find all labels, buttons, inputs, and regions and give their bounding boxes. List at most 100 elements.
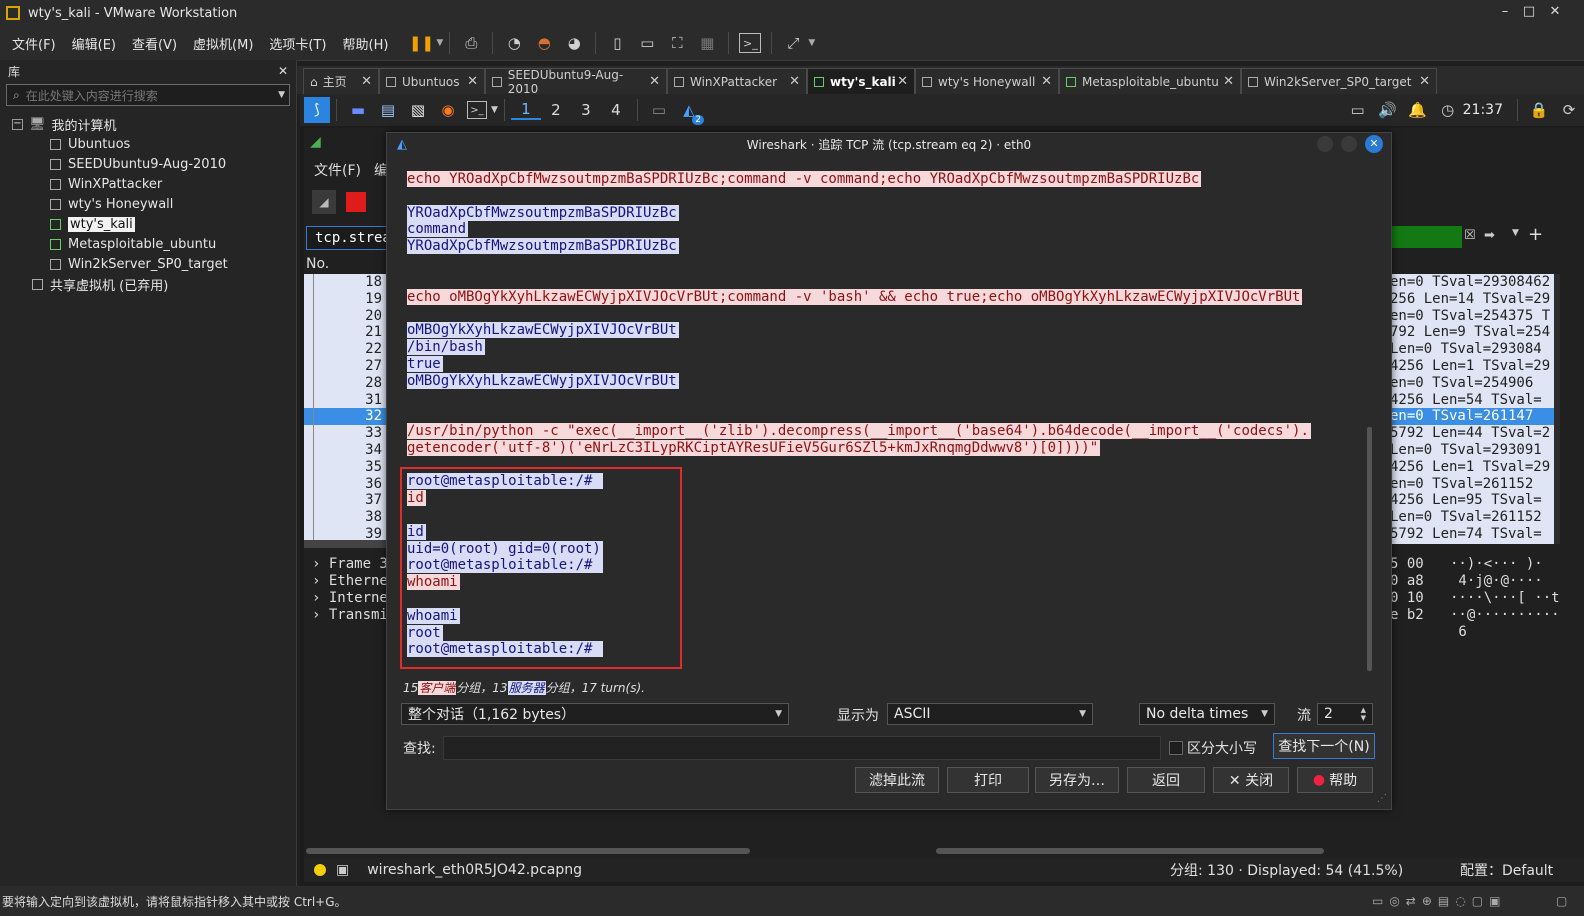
send-keys-icon[interactable]: ⎙ (460, 32, 482, 54)
ascii-row[interactable]: 4·j@·@···· (1450, 573, 1542, 589)
kali-menu-icon[interactable]: ⟆ (304, 97, 330, 123)
packet-row-no[interactable]: 36 (304, 476, 386, 493)
expand-icon[interactable]: › (312, 573, 329, 589)
close-icon[interactable]: ✕ (1544, 4, 1566, 19)
workspace-2[interactable]: 2 (541, 101, 571, 119)
stretch-dropdown-icon[interactable]: ▼ (808, 38, 815, 48)
tab-home[interactable]: ⌂ 主页 ✕ (303, 68, 379, 94)
snapshot-icon[interactable]: ◔ (503, 32, 525, 54)
details-scrollbar[interactable] (306, 848, 750, 854)
filter-history-icon[interactable]: ▼ (1512, 228, 1519, 238)
packet-row-info[interactable]: en=0 TSval=261152 (1390, 476, 1560, 493)
packet-row-no[interactable]: 19 (304, 291, 386, 308)
case-sensitive-checkbox[interactable] (1169, 741, 1183, 755)
thumbnail-icon[interactable]: ▭ (636, 32, 658, 54)
profile[interactable]: 配置：Default (1460, 860, 1553, 880)
packet-row-info[interactable]: Len=0 TSval=293091 (1390, 442, 1560, 459)
find-next-button[interactable]: 查找下一个(N) (1273, 733, 1375, 759)
bytes-scrollbar[interactable] (936, 848, 1324, 854)
packet-row-info[interactable]: 5792 Len=74 TSval= (1390, 526, 1560, 543)
menu-help[interactable]: 帮助(H) (335, 34, 397, 53)
tab-close-icon[interactable]: ✕ (1419, 74, 1430, 89)
packet-row-info[interactable]: Len=0 TSval=261152 (1390, 509, 1560, 526)
ws-menu-file[interactable]: 文件(F) (314, 160, 361, 180)
vm-item-selected[interactable]: wty's_kali (0, 214, 296, 234)
window-button-icon[interactable]: ▭ (648, 99, 670, 121)
fullscreen-icon[interactable]: ▢ (1556, 894, 1567, 908)
packet-row-no[interactable]: 28 (304, 375, 386, 392)
tab-close-icon[interactable]: ✕ (649, 74, 660, 89)
stream-scrollbar[interactable] (1367, 427, 1372, 671)
tab-vm[interactable]: WinXPattacker ✕ (667, 68, 807, 94)
terminal-dropdown-icon[interactable]: ▼ (491, 105, 498, 115)
volume-icon[interactable]: 🔊 (1377, 99, 1399, 121)
console-icon[interactable]: >_ (739, 33, 762, 53)
tab-close-icon[interactable]: ✕ (361, 74, 372, 89)
packet-row-info[interactable]: 4256 Len=54 TSval= (1390, 392, 1560, 409)
tab-close-icon[interactable]: ✕ (897, 74, 908, 89)
notification-icon[interactable]: 🔔 (1407, 99, 1429, 121)
packet-row-no[interactable]: 37 (304, 492, 386, 509)
packet-row-no[interactable]: 32 (304, 408, 386, 425)
detail-row[interactable]: › Frame 3 (312, 556, 388, 572)
hex-row[interactable]: 0 a8 (1390, 573, 1424, 589)
tree-root[interactable]: − 🖥 我的计算机 (0, 114, 296, 134)
menu-view[interactable]: 查看(V) (124, 34, 185, 53)
ascii-row[interactable]: 6 (1450, 624, 1466, 640)
vm-item[interactable]: Metasploitable_ubuntu (0, 234, 296, 254)
display-filter-input[interactable]: tcp.strea (306, 226, 391, 250)
dialog-maximize-icon[interactable] (1341, 136, 1357, 152)
pause-dropdown-icon[interactable]: ▼ (436, 38, 443, 48)
filter-out-button[interactable]: 滤掉此流 (855, 767, 939, 793)
dialog-close-icon[interactable]: ✕ (1365, 135, 1383, 153)
print-button[interactable]: 打印 (947, 767, 1029, 793)
packet-row-no[interactable]: 20 (304, 308, 386, 325)
detail-row[interactable]: › Interne (312, 590, 388, 606)
tab-vm[interactable]: wty's Honeywall ✕ (915, 68, 1059, 94)
packet-row-no[interactable]: 34 (304, 442, 386, 459)
h-scroll[interactable] (304, 540, 388, 548)
shark-fin-icon[interactable]: ◢ (312, 190, 336, 214)
vm-item[interactable]: Ubuntuos (0, 134, 296, 154)
packet-row-info[interactable]: en=0 TSval=261147 (1390, 408, 1560, 425)
save-as-button[interactable]: 另存为… (1035, 767, 1119, 793)
stop-capture-icon[interactable] (346, 192, 366, 212)
ascii-row[interactable]: ····\···[ ··t (1450, 590, 1560, 606)
packet-row-info[interactable]: en=0 TSval=254375 T (1390, 308, 1560, 325)
spin-arrows-icon[interactable]: ▲ ▼ (1361, 706, 1366, 722)
expand-icon[interactable]: › (312, 556, 329, 572)
find-input[interactable] (443, 736, 1161, 760)
tab-vm[interactable]: Metasploitable_ubuntu ✕ (1059, 68, 1241, 94)
menu-edit[interactable]: 编辑(E) (64, 34, 124, 53)
detail-row[interactable]: › Etherne (312, 573, 388, 589)
back-button[interactable]: 返回 (1127, 767, 1205, 793)
vm-item[interactable]: SEEDUbuntu9-Aug-2010 (0, 154, 296, 174)
text-editor-icon[interactable]: ▧ (407, 99, 429, 121)
device-icons[interactable]: ▭◎⇄⊕▤◌▢▣ (1372, 894, 1506, 908)
delta-times-select[interactable]: No delta times ▼ (1139, 703, 1275, 725)
menu-vm[interactable]: 虚拟机(M) (185, 34, 261, 53)
packet-row-info[interactable]: 256 Len=14 TSval=29 (1390, 291, 1560, 308)
lock-icon[interactable]: 🔒 (1528, 99, 1550, 121)
snapshot-manager-icon[interactable]: ◕ (563, 32, 585, 54)
tab-vm[interactable]: Win2kServer_SP0_target ✕ (1241, 68, 1437, 94)
col-no[interactable]: No. (306, 256, 388, 272)
packet-row-info[interactable]: en=0 TSval=254906 (1390, 375, 1560, 392)
display-icon[interactable]: ▭ (1347, 99, 1369, 121)
packet-row-no[interactable]: 35 (304, 459, 386, 476)
close-button[interactable]: ✕ 关闭 (1213, 767, 1289, 793)
show-desktop-icon[interactable]: ▬ (347, 99, 369, 121)
clear-filter-icon[interactable]: ☒ (1464, 228, 1476, 243)
packet-row-info[interactable]: 4256 Len=95 TSval= (1390, 492, 1560, 509)
library-close-icon[interactable]: ✕ (278, 64, 288, 78)
detail-row[interactable]: › Transmi (312, 607, 388, 623)
help-button[interactable]: ● 帮助 (1297, 767, 1373, 793)
tab-close-icon[interactable]: ✕ (1041, 74, 1052, 89)
library-search-input[interactable]: ⌕ 在此处键入内容进行搜索 ▼ (6, 84, 290, 106)
minimize-icon[interactable]: – (1494, 4, 1516, 19)
packet-row-info[interactable]: 5792 Len=44 TSval=2 (1390, 425, 1560, 442)
tab-vm[interactable]: Ubuntuos ✕ (379, 68, 485, 94)
tab-close-icon[interactable]: ✕ (1223, 74, 1234, 89)
expand-icon[interactable]: › (312, 590, 329, 606)
collapse-icon[interactable]: − (12, 118, 23, 130)
